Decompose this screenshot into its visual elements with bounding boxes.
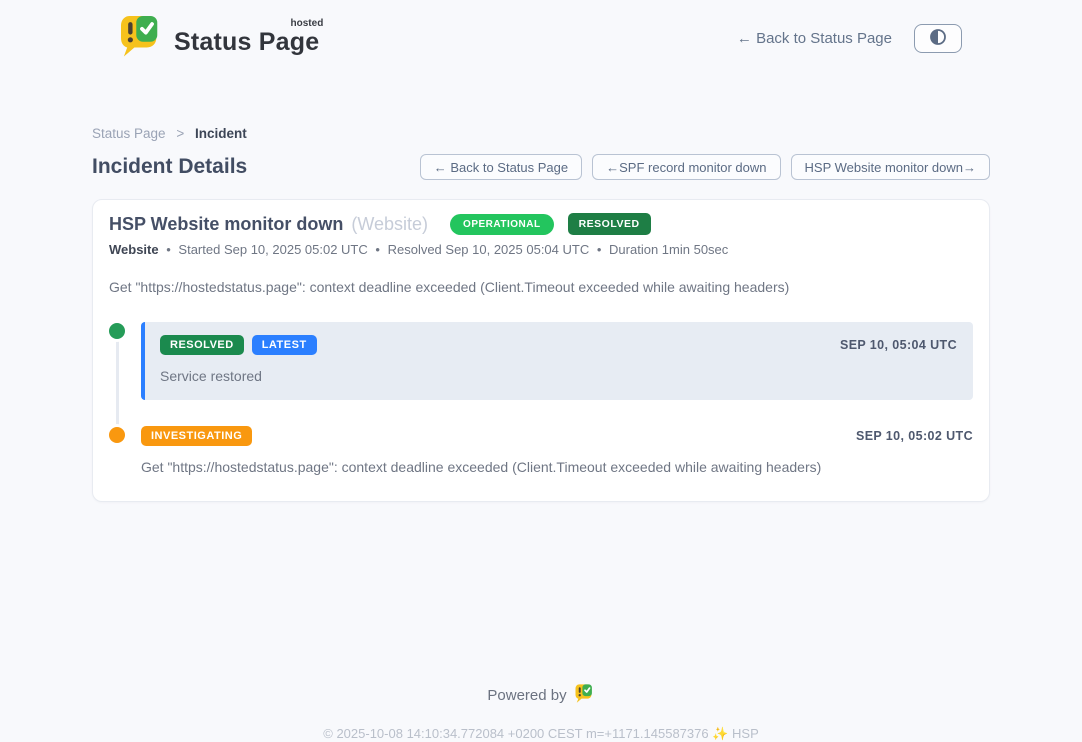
resolved-badge: RESOLVED (160, 335, 244, 355)
investigating-badge: INVESTIGATING (141, 426, 252, 446)
prev-incident-button[interactable]: ←SPF record monitor down (592, 154, 780, 180)
brand-logo[interactable]: Status Page hosted (120, 15, 319, 62)
brand-name: Status Page (174, 28, 319, 56)
timeline-entry-investigating: INVESTIGATING SEP 10, 05:02 UTC Get "htt… (109, 426, 973, 475)
back-to-status-page-button[interactable]: ← Back to Status Page (420, 154, 582, 180)
header-back-link[interactable]: ← Back to Status Page (737, 30, 892, 47)
meta-component: Website (109, 242, 159, 257)
theme-toggle-button[interactable] (914, 24, 962, 53)
timeline-message: Service restored (160, 368, 957, 384)
incident-description: Get "https://hostedstatus.page": context… (109, 279, 973, 295)
timeline-dot-investigating (109, 427, 125, 443)
status-page-logo-icon-small (575, 684, 595, 707)
operational-badge: OPERATIONAL (450, 214, 554, 235)
meta-duration: Duration 1min 50sec (609, 242, 728, 257)
incident-timeline: RESOLVED LATEST SEP 10, 05:04 UTC Servic… (109, 322, 973, 475)
timeline-entry-box: RESOLVED LATEST SEP 10, 05:04 UTC Servic… (141, 322, 973, 400)
latest-badge: LATEST (252, 335, 317, 355)
incident-component: (Website) (351, 214, 428, 235)
copyright-text: © 2025-10-08 14:10:34.772084 +0200 CEST … (92, 726, 990, 742)
brand-superscript: hosted (291, 18, 324, 29)
incident-title: HSP Website monitor down (109, 214, 343, 235)
status-page-logo-icon (120, 15, 164, 62)
page-title: Incident Details (92, 155, 247, 179)
half-circle-contrast-icon (928, 27, 948, 50)
next-incident-button[interactable]: HSP Website monitor down→ (791, 154, 990, 180)
meta-resolved: Resolved Sep 10, 2025 05:04 UTC (388, 242, 590, 257)
incident-card: HSP Website monitor down (Website) OPERA… (92, 199, 990, 502)
timeline-timestamp: SEP 10, 05:02 UTC (856, 429, 973, 443)
timeline-dot-resolved (109, 323, 125, 339)
breadcrumb: Status Page > Incident (92, 126, 990, 141)
main-content: Status Page > Incident Incident Details … (92, 126, 990, 742)
timeline-message: Get "https://hostedstatus.page": context… (141, 459, 973, 475)
breadcrumb-separator: > (176, 126, 184, 141)
breadcrumb-status-page[interactable]: Status Page (92, 126, 166, 141)
timeline-timestamp: SEP 10, 05:04 UTC (840, 338, 957, 352)
incident-meta: Website • Started Sep 10, 2025 05:02 UTC… (109, 242, 973, 257)
header: Status Page hosted ← Back to Status Page (0, 0, 1082, 62)
breadcrumb-incident: Incident (195, 126, 247, 141)
resolved-status-badge: RESOLVED (568, 213, 651, 235)
footer: Powered by © 2025-10-08 14:10:34.772084 … (92, 684, 990, 742)
powered-by-link[interactable]: Powered by (92, 684, 990, 707)
powered-by-label: Powered by (487, 687, 566, 704)
timeline-entry-resolved: RESOLVED LATEST SEP 10, 05:04 UTC Servic… (109, 322, 973, 400)
incident-nav-buttons: ← Back to Status Page ←SPF record monito… (420, 154, 990, 180)
meta-started: Started Sep 10, 2025 05:02 UTC (178, 242, 367, 257)
